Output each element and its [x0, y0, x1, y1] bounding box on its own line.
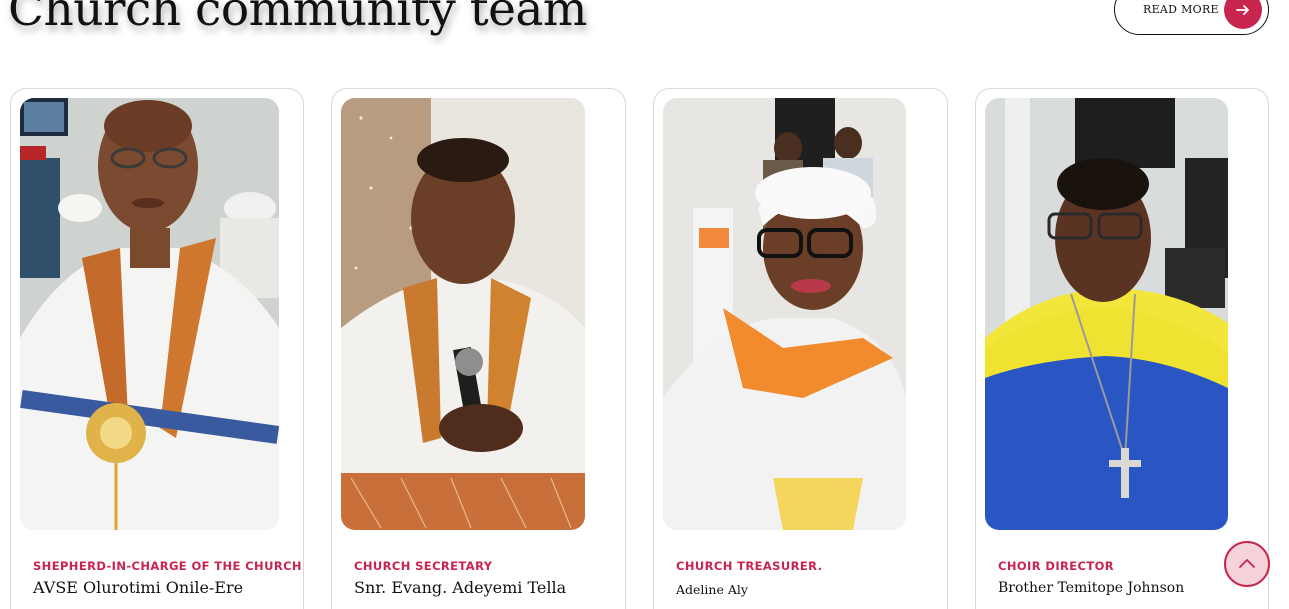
member-role: SHEPHERD-IN-CHARGE OF THE CHURCH [33, 559, 302, 573]
member-name: Brother Temitope Johnson [998, 580, 1185, 596]
team-section: Church community team READ MORE SHEPHERD… [0, 0, 1289, 609]
team-card[interactable]: CHURCH SECRETARY Snr. Evang. Adeyemi Tel… [331, 88, 626, 609]
team-card[interactable]: SHEPHERD-IN-CHARGE OF THE CHURCH AVSE Ol… [10, 88, 304, 609]
member-photo [341, 98, 585, 530]
member-photo [20, 98, 279, 530]
member-photo [985, 98, 1228, 530]
read-more-button[interactable]: READ MORE [1114, 0, 1269, 35]
member-role: CHOIR DIRECTOR [998, 559, 1115, 573]
member-role: CHURCH TREASURER. [676, 559, 823, 573]
member-name: AVSE Olurotimi Onile-Ere [33, 578, 244, 597]
member-name: Snr. Evang. Adeyemi Tella [354, 578, 567, 597]
section-title: Church community team [8, 0, 588, 37]
arrow-right-icon [1224, 0, 1262, 29]
chevron-up-icon [1239, 559, 1255, 568]
scroll-to-top-button[interactable] [1224, 541, 1270, 587]
member-name: Adeline Aly [676, 582, 748, 597]
member-role: CHURCH SECRETARY [354, 559, 493, 573]
member-photo [663, 98, 906, 530]
team-card[interactable]: CHOIR DIRECTOR Brother Temitope Johnson [975, 88, 1269, 609]
team-card[interactable]: CHURCH TREASURER. Adeline Aly [653, 88, 948, 609]
read-more-label: READ MORE [1143, 3, 1219, 16]
